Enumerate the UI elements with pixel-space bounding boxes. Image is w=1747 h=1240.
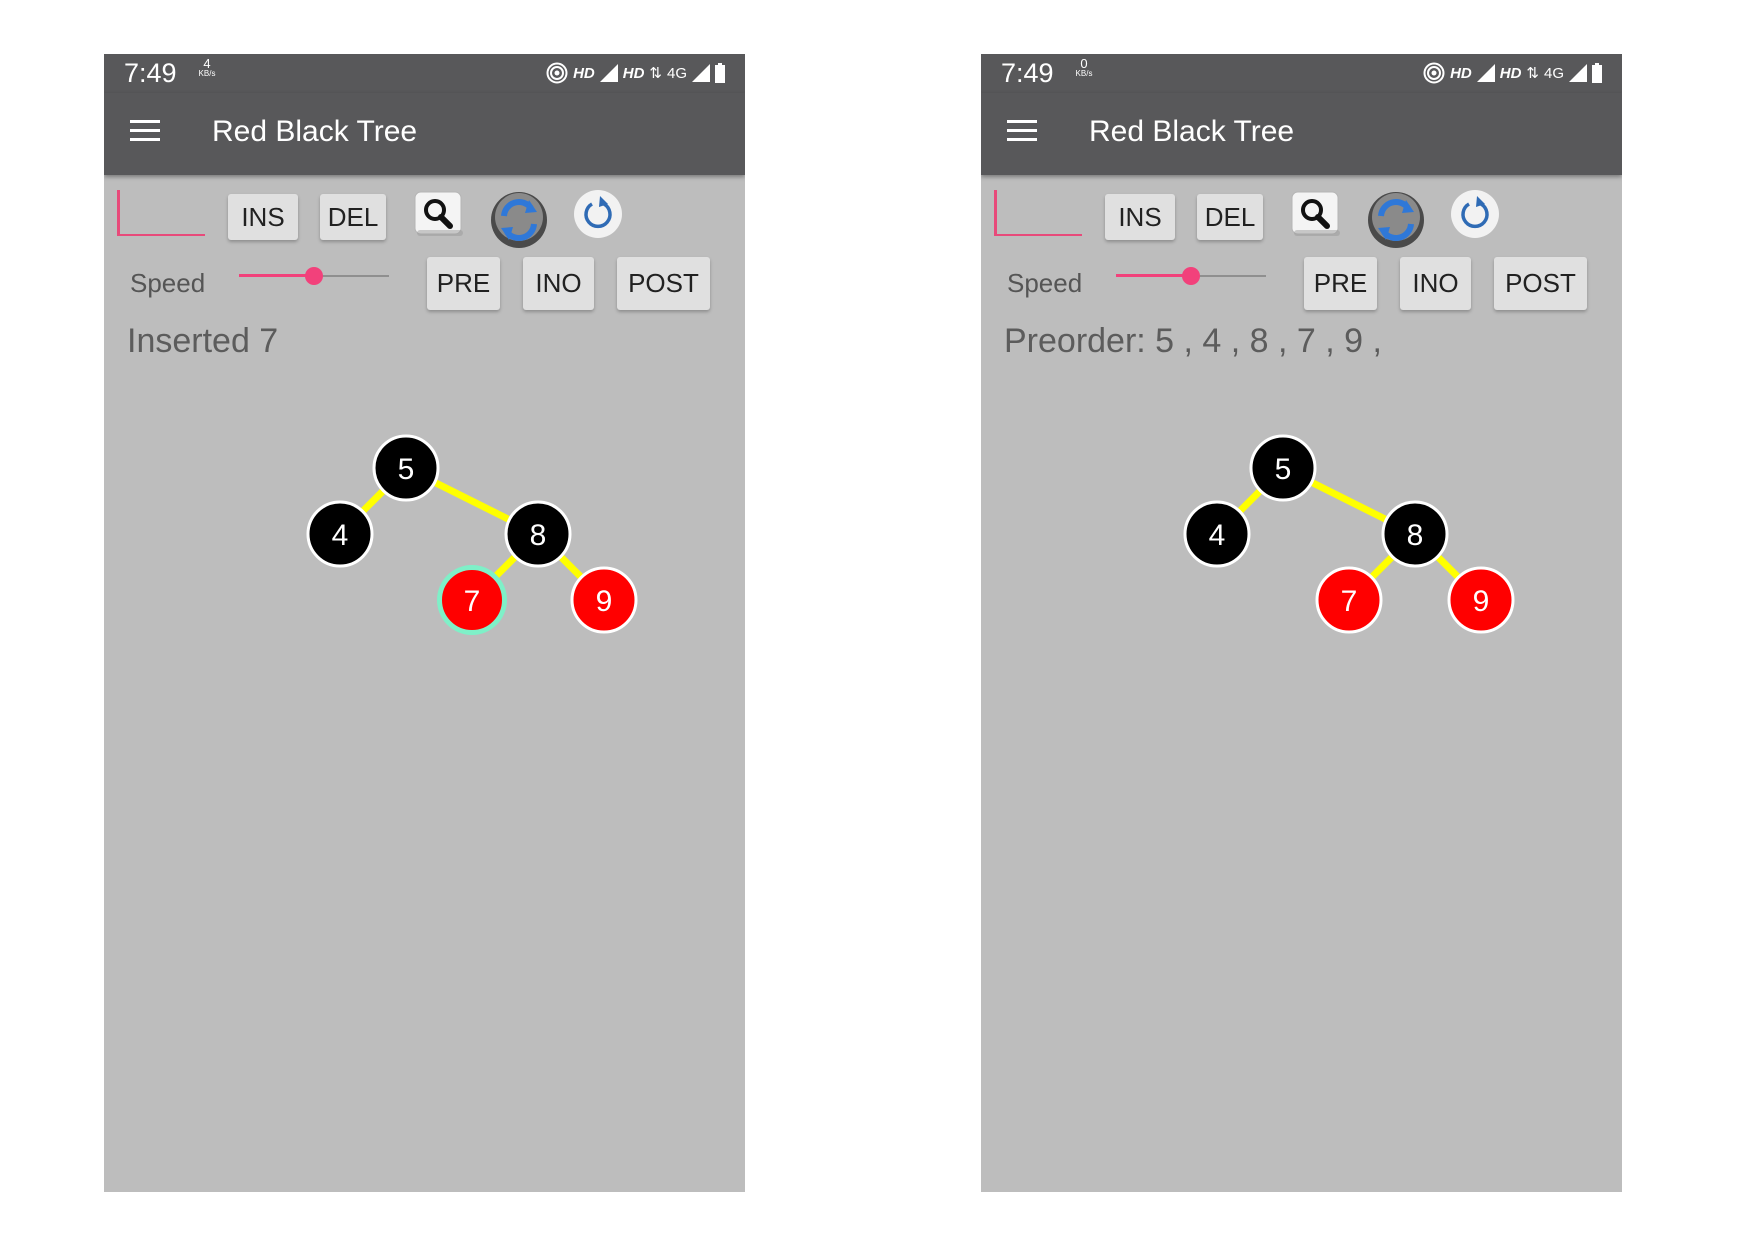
- phone-screen-2: 7:49 0 KB/s HD HD ⇅ 4G Red Black Tree IN…: [981, 54, 1622, 1192]
- phone-screen-1: 7:49 4 KB/s HD HD ⇅ 4G Red Black Tree IN…: [104, 54, 745, 1192]
- tree-node-4: 4: [306, 500, 374, 568]
- tree-node-8: 8: [1381, 500, 1449, 568]
- node-label: 8: [1407, 519, 1424, 552]
- node-label: 5: [1275, 453, 1292, 486]
- tree-canvas: 5 4 8 7 9: [306, 434, 638, 635]
- node-label: 5: [398, 453, 415, 486]
- node-label: 7: [464, 585, 481, 618]
- tree-node-5: 5: [1249, 434, 1317, 502]
- node-label: 9: [1473, 585, 1490, 618]
- tree-node-7: 7: [437, 565, 507, 635]
- tree-node-9: 9: [1447, 566, 1515, 634]
- node-label: 4: [332, 519, 349, 552]
- tree-node-5: 5: [372, 434, 440, 502]
- tree-node-4: 4: [1183, 500, 1251, 568]
- tree-canvas: 5 4 8 7 9: [1183, 434, 1515, 634]
- node-label: 4: [1209, 519, 1226, 552]
- node-label: 9: [596, 585, 613, 618]
- tree-node-8: 8: [504, 500, 572, 568]
- tree-node-7: 7: [1315, 566, 1383, 634]
- node-label: 7: [1341, 585, 1358, 618]
- tree-node-9: 9: [570, 566, 638, 634]
- node-label: 8: [530, 519, 547, 552]
